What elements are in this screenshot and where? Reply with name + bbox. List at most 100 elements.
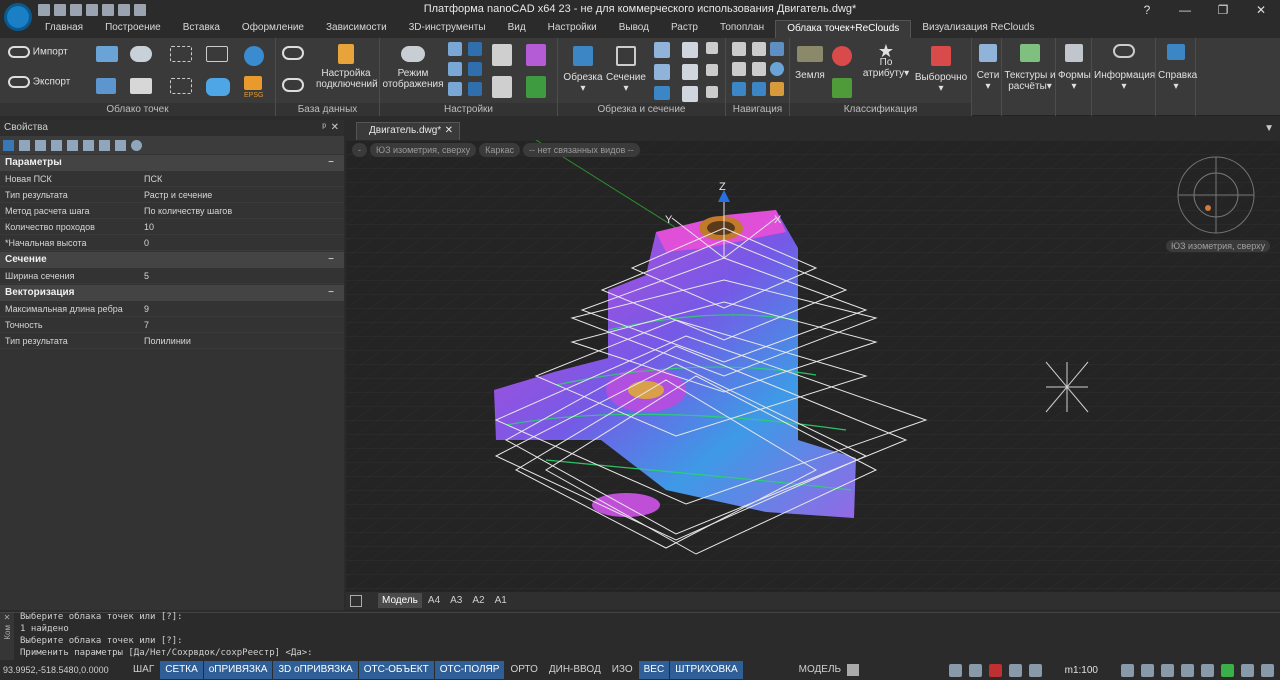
close-tab-icon[interactable]: ✕	[445, 123, 453, 139]
property-value[interactable]: 7	[140, 317, 344, 332]
select-window-icon[interactable]	[35, 139, 46, 151]
settings-tool-5[interactable]	[448, 82, 462, 99]
lineweight-toggle[interactable]: ВЕС	[638, 661, 670, 679]
nav-tool-9[interactable]	[770, 82, 784, 99]
clip-tool-2[interactable]	[654, 64, 670, 83]
tree-tool-1[interactable]	[492, 44, 512, 69]
settings-tool-6[interactable]	[468, 82, 482, 99]
settings-tool-2[interactable]	[468, 42, 482, 59]
command-prompt[interactable]: Применить параметры [Да/Нет/Сохрвдок/сох…	[20, 647, 313, 659]
tab-constraints[interactable]: Зависимости	[315, 20, 398, 38]
filter-icon[interactable]	[67, 139, 78, 151]
clip-tool-4[interactable]	[682, 42, 698, 61]
clip-tool-8[interactable]	[706, 64, 718, 79]
property-row[interactable]: Точность 7	[0, 317, 344, 333]
import-button[interactable]: Импорт	[8, 46, 78, 58]
close-button[interactable]: ✕	[1242, 0, 1280, 20]
settings-tool-4[interactable]	[468, 62, 482, 79]
cloud-tool-9[interactable]	[206, 78, 230, 99]
cloud-tool-5[interactable]	[244, 46, 264, 69]
tab-pointclouds[interactable]: Облака точек+ReClouds	[775, 20, 912, 38]
settings-tool-3[interactable]	[448, 62, 462, 79]
record-icon[interactable]	[988, 663, 1002, 677]
cloud-tool-3[interactable]	[170, 46, 192, 65]
orbit-icon[interactable]	[1201, 663, 1214, 677]
nav-tool-7[interactable]	[732, 82, 746, 99]
zoom-icon[interactable]	[1141, 663, 1154, 677]
epsg-button[interactable]: EPSG	[244, 76, 263, 101]
db-sync-button[interactable]	[282, 78, 304, 95]
document-tab[interactable]: Двигатель.dwg* ✕	[356, 122, 460, 140]
snap-toggle[interactable]: ШАГ	[128, 661, 159, 679]
view-chip[interactable]: ЮЗ изометрия, сверху	[370, 143, 477, 157]
cloud-tool-2[interactable]	[130, 46, 152, 65]
nav-tool-5[interactable]	[752, 62, 766, 79]
clip-tool-1[interactable]	[654, 42, 670, 61]
clip-tool-3[interactable]	[654, 86, 670, 103]
scale-indicator[interactable]: m1:100	[1065, 665, 1098, 676]
select-icon[interactable]	[3, 139, 14, 151]
property-row[interactable]: *Начальная высота 0	[0, 235, 344, 251]
tab-insert[interactable]: Вставка	[172, 20, 231, 38]
help-circle-icon[interactable]	[131, 139, 142, 151]
clip-tool-7[interactable]	[706, 42, 718, 57]
layout-tab-a4[interactable]: А4	[424, 593, 444, 608]
viewport-menu-chip[interactable]: -	[352, 143, 367, 157]
close-icon[interactable]: ✕	[0, 613, 14, 622]
zoom-window-icon[interactable]	[1161, 663, 1174, 677]
model-space-indicator[interactable]: МОДЕЛЬ	[794, 661, 846, 679]
model-icon[interactable]	[847, 664, 860, 676]
by-attribute-button[interactable]: ★ По атрибуту▾	[862, 42, 910, 79]
dyn-input-toggle[interactable]: ДИН-ВВОД	[544, 661, 606, 679]
toggle-icon[interactable]	[115, 139, 126, 151]
annotation-icon[interactable]	[948, 663, 962, 677]
property-row[interactable]: Количество проходов 10	[0, 219, 344, 235]
property-row[interactable]: Ширина сечения 5	[0, 268, 344, 284]
property-value[interactable]: Растр и сечение	[140, 187, 344, 202]
tab-visualization[interactable]: Визуализация ReClouds	[911, 20, 1045, 38]
layouts-list-icon[interactable]	[350, 594, 362, 607]
section-button[interactable]: Сечение ▾	[604, 46, 648, 94]
layout-tab-a2[interactable]: А2	[468, 593, 488, 608]
pointer-icon[interactable]	[19, 139, 30, 151]
viewcube-icon[interactable]	[1177, 156, 1255, 234]
property-row[interactable]: Максимальная длина ребра 9	[0, 301, 344, 317]
drawing-viewport[interactable]: Z Y X - ЮЗ изометрия, сверху Каркас -- н…	[346, 140, 1280, 592]
units-icon[interactable]	[1008, 663, 1022, 677]
help-icon[interactable]: ?	[1128, 0, 1166, 20]
db-cloud-button[interactable]	[282, 46, 304, 63]
tree-tool-4[interactable]	[526, 76, 546, 101]
osnap-toggle[interactable]: оПРИВЯЗКА	[203, 661, 273, 679]
quick-select-icon[interactable]	[99, 139, 110, 151]
textures-button[interactable]: Текстуры и расчёты▾	[1004, 44, 1056, 92]
class-tool-2[interactable]	[832, 78, 852, 101]
layout-tab-a1[interactable]: А1	[491, 593, 511, 608]
collapse-icon[interactable]: −	[328, 155, 334, 171]
refresh-icon[interactable]	[1221, 663, 1234, 677]
class-tool-1[interactable]	[832, 46, 852, 69]
iso-toggle[interactable]: ИЗО	[607, 661, 638, 679]
fullscreen-icon[interactable]	[1241, 663, 1254, 677]
hatch-toggle[interactable]: ШТРИХОВКА	[670, 661, 743, 679]
connection-settings-button[interactable]: Настройка подключений	[316, 44, 378, 90]
nav-tool-3[interactable]	[770, 42, 784, 59]
maximize-button[interactable]: ❐	[1204, 0, 1242, 20]
clip-button[interactable]: Обрезка ▾	[562, 46, 604, 94]
property-row[interactable]: Новая ПСК ПСК	[0, 171, 344, 187]
tab-draw[interactable]: Построение	[94, 20, 172, 38]
nets-button[interactable]: Сети ▾	[976, 44, 1000, 92]
minimize-button[interactable]: —	[1166, 0, 1204, 20]
section-section[interactable]: Сечение −	[0, 252, 344, 268]
tab-topoplan[interactable]: Топоплан	[709, 20, 775, 38]
pin-icon[interactable]: ᵖ	[322, 120, 326, 136]
command-line[interactable]: ✕ Ком Выберите облака точек или [?]: 1 най…	[0, 612, 1280, 661]
viewcube-label[interactable]: ЮЗ изометрия, сверху	[1166, 240, 1271, 252]
nav-tool-1[interactable]	[732, 42, 746, 59]
tree-tool-2[interactable]	[526, 44, 546, 69]
info-button[interactable]: Информация ▾	[1094, 44, 1155, 92]
settings-tool-1[interactable]	[448, 42, 462, 59]
help-button[interactable]: Справка ▾	[1158, 44, 1197, 92]
zoom-extents-icon[interactable]	[1181, 663, 1194, 677]
settings-icon[interactable]	[1261, 663, 1274, 677]
tab-menu-icon[interactable]: ▼	[1264, 123, 1274, 134]
